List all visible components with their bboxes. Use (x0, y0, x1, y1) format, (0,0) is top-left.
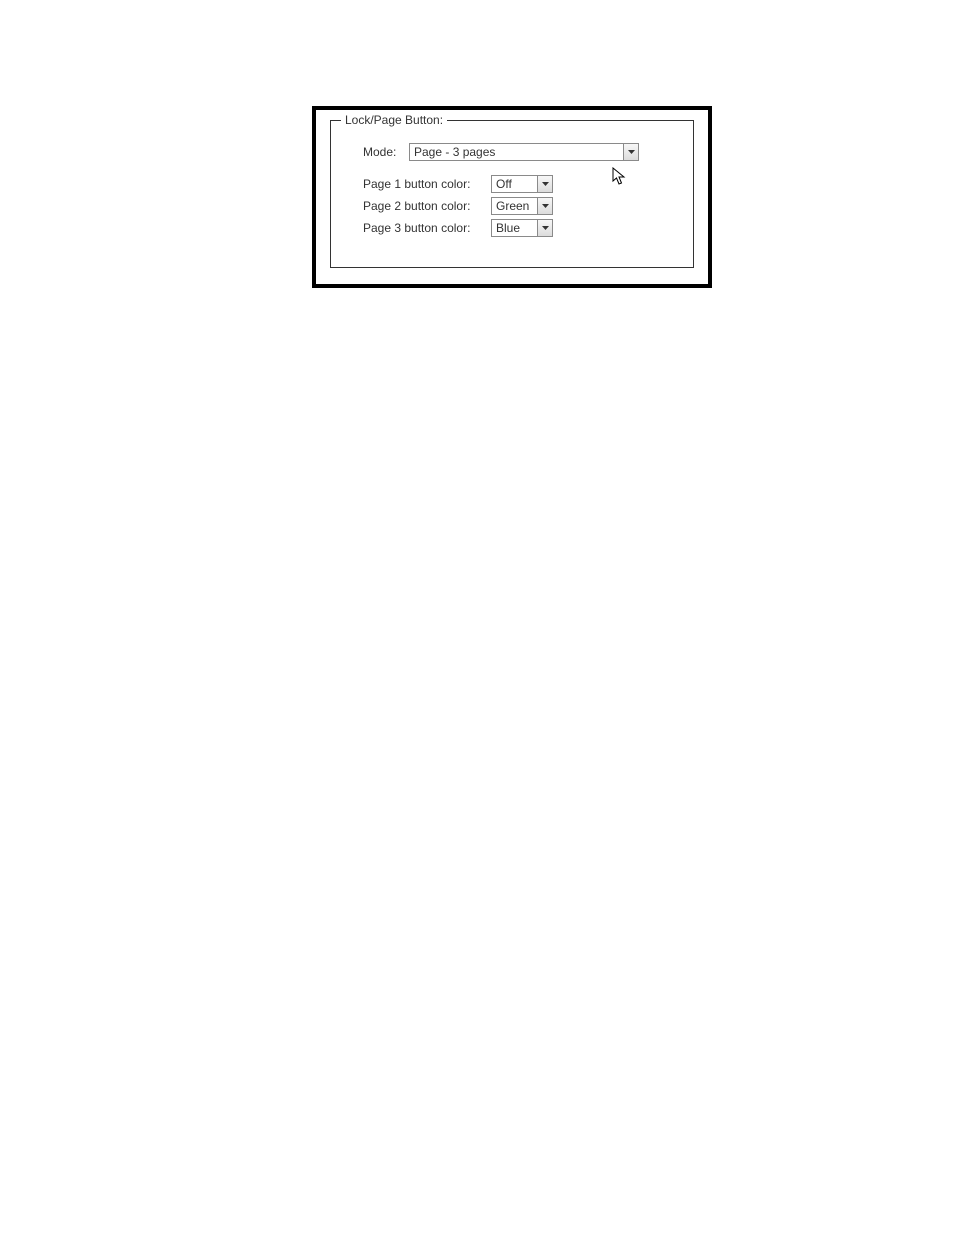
page2-color-row: Page 2 button color: Green (347, 197, 677, 215)
dropdown-arrow-icon (537, 220, 552, 236)
fieldset-legend: Lock/Page Button: (341, 113, 447, 127)
page2-color-dropdown[interactable]: Green (491, 197, 553, 215)
page3-color-label: Page 3 button color: (363, 221, 491, 235)
mode-dropdown-value: Page - 3 pages (410, 144, 623, 160)
page3-color-value: Blue (492, 220, 537, 236)
page1-color-row: Page 1 button color: Off (347, 175, 677, 193)
settings-panel: Lock/Page Button: Mode: Page - 3 pages P… (312, 106, 712, 288)
page1-color-label: Page 1 button color: (363, 177, 491, 191)
page3-color-row: Page 3 button color: Blue (347, 219, 677, 237)
dropdown-arrow-icon (623, 144, 638, 160)
mode-row: Mode: Page - 3 pages (347, 143, 677, 161)
page3-color-dropdown[interactable]: Blue (491, 219, 553, 237)
dropdown-arrow-icon (537, 198, 552, 214)
dropdown-arrow-icon (537, 176, 552, 192)
page2-color-label: Page 2 button color: (363, 199, 491, 213)
page2-color-value: Green (492, 198, 537, 214)
mode-dropdown[interactable]: Page - 3 pages (409, 143, 639, 161)
page1-color-value: Off (492, 176, 537, 192)
lock-page-fieldset: Lock/Page Button: Mode: Page - 3 pages P… (330, 120, 694, 268)
mode-label: Mode: (363, 145, 409, 159)
page1-color-dropdown[interactable]: Off (491, 175, 553, 193)
